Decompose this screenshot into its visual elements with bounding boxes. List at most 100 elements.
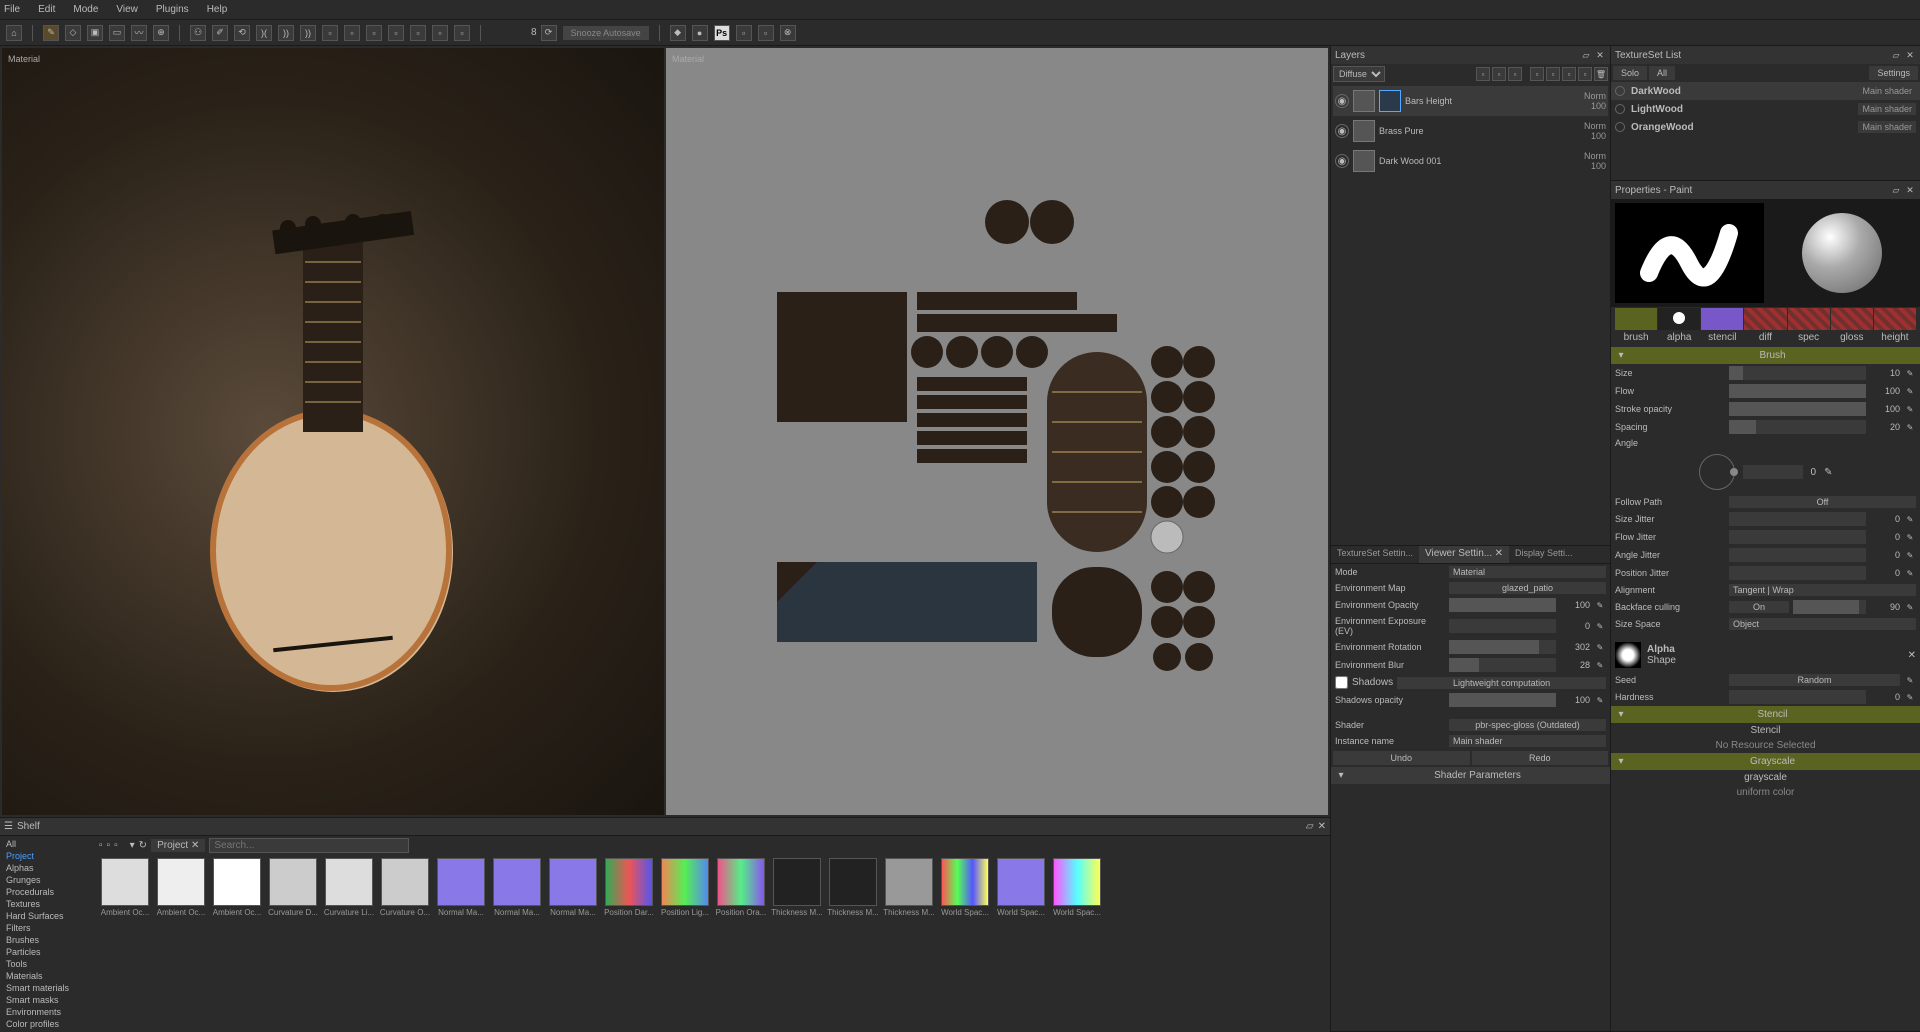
redo-button[interactable]: Redo xyxy=(1472,751,1609,765)
thumb-item[interactable]: World Spac... xyxy=(1051,858,1103,917)
layer-btn-f-icon[interactable]: ▫ xyxy=(1562,67,1576,81)
pen-icon[interactable]: ✎ xyxy=(1904,513,1916,525)
tool-m-icon[interactable]: ▫ xyxy=(454,25,470,41)
mode-select[interactable]: Material xyxy=(1449,566,1606,578)
channel-diff[interactable]: diff xyxy=(1744,307,1786,343)
shelf-cat-smart-materials[interactable]: Smart materials xyxy=(2,982,93,994)
tool-a-icon[interactable]: ⚇ xyxy=(190,25,206,41)
shelf-cat-materials[interactable]: Materials xyxy=(2,970,93,982)
brush-value[interactable]: 100 xyxy=(1870,386,1900,396)
layers-popout-icon[interactable]: ▱ xyxy=(1580,49,1592,61)
jitter-slider[interactable] xyxy=(1729,512,1866,526)
thumb-item[interactable]: Curvature Li... xyxy=(323,858,375,917)
alignment-select[interactable]: Tangent | Wrap xyxy=(1729,584,1916,596)
props-close-icon[interactable]: ✕ xyxy=(1904,184,1916,196)
tool-brush-icon[interactable]: ✎ xyxy=(43,25,59,41)
visibility-icon[interactable]: ◉ xyxy=(1335,124,1349,138)
channel-spec[interactable]: spec xyxy=(1788,307,1830,343)
env-slider[interactable] xyxy=(1449,658,1556,672)
menu-mode[interactable]: Mode xyxy=(73,4,98,15)
backface-value[interactable]: 90 xyxy=(1870,602,1900,612)
shelf-cat-hard-surfaces[interactable]: Hard Surfaces xyxy=(2,910,93,922)
channel-height[interactable]: height xyxy=(1874,307,1916,343)
pen-icon[interactable]: ✎ xyxy=(1594,641,1606,653)
visibility-icon[interactable] xyxy=(1615,104,1625,114)
jitter-value[interactable]: 0 xyxy=(1870,532,1900,542)
tool-l-icon[interactable]: ▫ xyxy=(432,25,448,41)
props-popout-icon[interactable]: ▱ xyxy=(1890,184,1902,196)
menu-edit[interactable]: Edit xyxy=(38,4,55,15)
layer-btn-e-icon[interactable]: ▫ xyxy=(1546,67,1560,81)
shelf-popout-icon[interactable]: ▱ xyxy=(1306,821,1314,832)
ext-e-icon[interactable]: ⊗ xyxy=(780,25,796,41)
jitter-value[interactable]: 0 xyxy=(1870,514,1900,524)
pen-icon[interactable]: ✎ xyxy=(1904,531,1916,543)
chevron-down-icon[interactable]: ▾ xyxy=(1614,709,1628,720)
tool-e-icon[interactable]: )) xyxy=(278,25,294,41)
channel-alpha[interactable]: alpha xyxy=(1658,307,1700,343)
tab-close-icon[interactable]: ✕ xyxy=(1495,548,1503,559)
autosave-button[interactable]: Snooze Autosave xyxy=(563,26,649,40)
hardness-value[interactable]: 0 xyxy=(1870,692,1900,702)
tool-i-icon[interactable]: ▫ xyxy=(366,25,382,41)
pen-icon[interactable]: ✎ xyxy=(1904,367,1916,379)
pen-icon[interactable]: ✎ xyxy=(1594,620,1606,632)
tool-k-icon[interactable]: ▫ xyxy=(410,25,426,41)
angle-dial[interactable] xyxy=(1699,454,1735,490)
all-button[interactable]: All xyxy=(1649,66,1675,80)
tool-c-icon[interactable]: ⟲ xyxy=(234,25,250,41)
pen-icon[interactable]: ✎ xyxy=(1904,421,1916,433)
shader-badge[interactable]: Main shader xyxy=(1858,121,1916,133)
thumb-item[interactable]: Position Ora... xyxy=(715,858,767,917)
visibility-icon[interactable] xyxy=(1615,122,1625,132)
thumb-item[interactable]: Ambient Oc... xyxy=(211,858,263,917)
shelf-cat-alphas[interactable]: Alphas xyxy=(2,862,93,874)
tset-close-icon[interactable]: ✕ xyxy=(1904,49,1916,61)
env-slider[interactable] xyxy=(1449,640,1556,654)
brush-slider[interactable] xyxy=(1729,366,1866,380)
tab-textureset-settings[interactable]: TextureSet Settin... xyxy=(1331,546,1419,563)
tool-j-icon[interactable]: ▫ xyxy=(388,25,404,41)
jitter-value[interactable]: 0 xyxy=(1870,550,1900,560)
spin-icon[interactable]: ⟳ xyxy=(541,25,557,41)
pen-icon[interactable]: ✎ xyxy=(1904,549,1916,561)
viewport-2d[interactable]: Material xyxy=(666,48,1328,815)
pen-icon[interactable]: ✎ xyxy=(1904,385,1916,397)
brush-value[interactable]: 100 xyxy=(1870,404,1900,414)
shader-select[interactable]: pbr-spec-gloss (Outdated) xyxy=(1449,719,1606,731)
thumb-item[interactable]: Thickness M... xyxy=(883,858,935,917)
env-select[interactable]: glazed_patio xyxy=(1449,582,1606,594)
env-value[interactable]: 28 xyxy=(1560,660,1590,670)
tool-b-icon[interactable]: ✐ xyxy=(212,25,228,41)
jitter-slider[interactable] xyxy=(1729,530,1866,544)
shelf-tab-close-icon[interactable]: ✕ xyxy=(191,840,199,851)
shelf-search-input[interactable] xyxy=(209,838,409,853)
env-slider[interactable] xyxy=(1449,619,1556,633)
env-value[interactable]: 302 xyxy=(1560,642,1590,652)
tool-clone-icon[interactable]: ⊕ xyxy=(153,25,169,41)
brush-slider[interactable] xyxy=(1729,420,1866,434)
visibility-icon[interactable] xyxy=(1615,86,1625,96)
textureset-row[interactable]: OrangeWoodMain shader xyxy=(1611,118,1920,136)
shelf-filter-b-icon[interactable]: ↻ xyxy=(139,840,147,851)
shelf-cat-filters[interactable]: Filters xyxy=(2,922,93,934)
jitter-value[interactable]: 0 xyxy=(1870,568,1900,578)
thumb-item[interactable]: Normal Ma... xyxy=(547,858,599,917)
layer-trash-icon[interactable]: 🗑 xyxy=(1594,67,1608,81)
tool-f-icon[interactable]: )) xyxy=(300,25,316,41)
layer-blend[interactable]: Norm100 xyxy=(1584,151,1606,171)
alpha-clear-icon[interactable]: ✕ xyxy=(1908,650,1916,661)
instance-input[interactable]: Main shader xyxy=(1449,735,1606,747)
layer-blend-select[interactable]: Diffuse xyxy=(1333,66,1385,82)
env-slider[interactable] xyxy=(1449,598,1556,612)
follow-toggle[interactable]: Off xyxy=(1729,496,1916,508)
ext-a-icon[interactable]: ◆ xyxy=(670,25,686,41)
gray-mode[interactable]: uniform color xyxy=(1611,785,1920,800)
channel-stencil[interactable]: stencil xyxy=(1701,307,1743,343)
solo-button[interactable]: Solo xyxy=(1613,66,1647,80)
shelf-nav-b-icon[interactable]: ▫ xyxy=(107,840,111,851)
undo-button[interactable]: Undo xyxy=(1333,751,1470,765)
channel-gloss[interactable]: gloss xyxy=(1831,307,1873,343)
shelf-tab[interactable]: Project ✕ xyxy=(151,839,205,852)
shadows-op-value[interactable]: 100 xyxy=(1560,695,1590,705)
